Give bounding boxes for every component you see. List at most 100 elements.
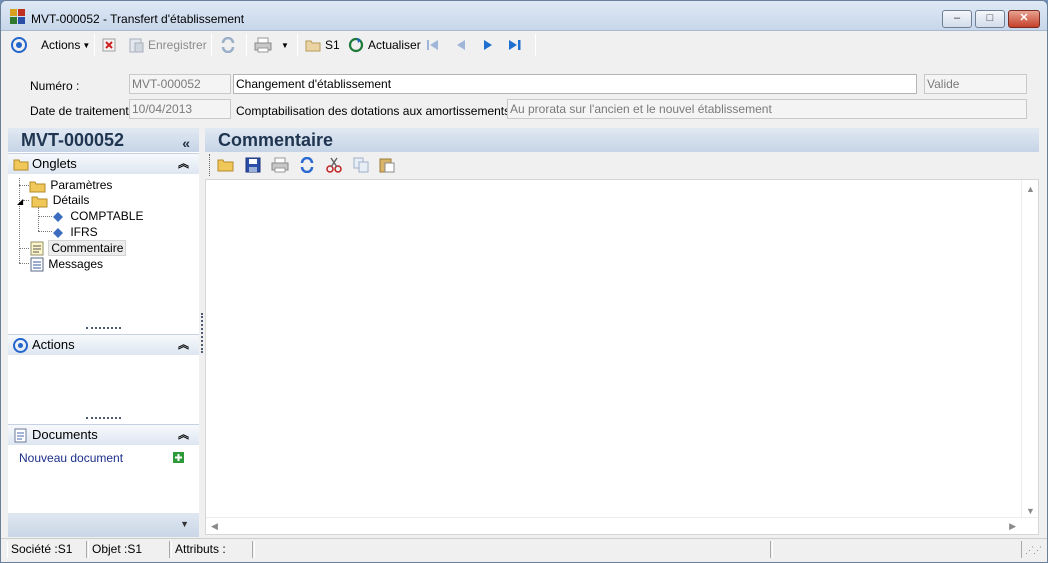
status-field: Valide (924, 74, 1027, 94)
target-icon (13, 338, 28, 353)
last-record-button[interactable] (507, 36, 523, 54)
sync-icon (221, 37, 235, 53)
actions-menu-button[interactable]: Actions ▼ (41, 36, 90, 54)
actions-section-header[interactable]: Actions ︽ (8, 334, 199, 355)
toolbar-separator (211, 34, 212, 56)
maximize-button[interactable]: □ (975, 10, 1005, 28)
comptabilisation-field[interactable]: Au prorata sur l'ancien et le nouvel éta… (507, 99, 1027, 119)
date-field[interactable]: 10/04/2013 (129, 99, 231, 119)
main-panel-title: Commentaire (218, 130, 334, 150)
refresh-icon (348, 37, 364, 53)
save-label: Enregistrer (148, 38, 207, 52)
status-bar: Société :S1 Objet :S1 Attributs : ⋰⋰ (1, 538, 1047, 562)
scroll-left-icon[interactable]: ◀ (211, 521, 218, 532)
app-icon (10, 9, 26, 25)
vertical-splitter-grip[interactable] (201, 313, 203, 353)
tree-item-details[interactable]: ◢ Détails (17, 192, 89, 208)
toolbar-separator (94, 34, 95, 56)
documents-section-header[interactable]: Documents ︽ (8, 424, 199, 445)
status-empty-cell (772, 541, 1022, 558)
title-bar: MVT-000052 - Transfert d'établissement ‒… (1, 1, 1047, 31)
comment-editor[interactable]: ▲ ▼ ◀ ▶ (205, 179, 1039, 535)
dropdown-arrow-icon: ▼ (82, 40, 91, 50)
tree-connector (19, 178, 20, 263)
document-lines-icon (29, 257, 45, 272)
refresh-label: Actualiser (368, 38, 421, 52)
diamond-icon (53, 211, 63, 222)
close-button[interactable]: ✕ (1008, 10, 1040, 28)
tree-item-messages[interactable]: Messages (29, 256, 103, 272)
add-icon[interactable] (173, 452, 184, 463)
tree-item-label: Détails (52, 193, 90, 207)
vertical-scrollbar[interactable]: ▲ ▼ (1021, 180, 1038, 520)
toolbar-separator (535, 34, 536, 56)
folder-icon (305, 40, 321, 52)
collapse-panel-icon[interactable]: « (182, 131, 190, 155)
next-record-button[interactable] (481, 36, 495, 54)
tree-item-label: Paramètres (50, 178, 113, 192)
printer-icon (254, 37, 272, 53)
cut-icon[interactable] (326, 157, 342, 173)
save-disk-icon[interactable] (245, 157, 261, 173)
description-field[interactable]: Changement d'établissement (233, 74, 917, 94)
scroll-right-icon[interactable]: ▶ (1009, 521, 1016, 532)
delete-button[interactable] (102, 36, 116, 54)
previous-record-button[interactable] (454, 36, 468, 54)
left-panel: MVT-000052 « Onglets ︽ Paramètres ◢ Déta… (8, 128, 199, 537)
tree-connector (19, 263, 29, 264)
tree-connector (19, 248, 29, 249)
delete-icon (102, 38, 116, 52)
target-icon[interactable] (11, 36, 27, 54)
last-record-icon (509, 40, 521, 50)
tree-item-comptable[interactable]: COMPTABLE (53, 208, 143, 224)
chevron-up-icon[interactable]: ︽ (178, 335, 189, 355)
first-record-button[interactable] (426, 36, 440, 54)
open-folder-icon[interactable] (217, 157, 235, 173)
comptabilisation-label: Comptabilisation des dotations aux amort… (236, 104, 517, 118)
onglets-label: Onglets (32, 156, 77, 171)
chevron-down-icon[interactable]: ▼ (180, 519, 189, 529)
tree-item-commentaire[interactable]: Commentaire (29, 240, 127, 256)
note-icon (29, 241, 45, 256)
tree-item-label: IFRS (70, 225, 98, 239)
editor-toolbar (205, 152, 1039, 179)
sync-button[interactable] (220, 36, 236, 54)
save-button[interactable]: Enregistrer (128, 36, 207, 54)
first-record-icon (427, 40, 438, 50)
print-button[interactable] (254, 36, 272, 54)
tree-item-label: Commentaire (48, 240, 127, 256)
folder-icon (31, 194, 49, 208)
next-icon (484, 40, 492, 50)
tree-connector (38, 207, 39, 231)
refresh-button[interactable]: Actualiser (348, 36, 421, 54)
print-dropdown-arrow-icon[interactable]: ▼ (281, 36, 289, 54)
window-title: MVT-000052 - Transfert d'établissement (31, 12, 245, 26)
splitter-grip[interactable] (86, 417, 121, 420)
printer-icon[interactable] (271, 157, 289, 173)
folder-icon (29, 179, 47, 193)
new-document-link[interactable]: Nouveau document (19, 451, 123, 465)
sync-icon[interactable] (299, 157, 315, 173)
minimize-button[interactable]: ‒ (942, 10, 972, 28)
scroll-down-icon[interactable]: ▼ (1026, 506, 1035, 516)
resize-grip-icon[interactable]: ⋰⋰ (1025, 545, 1042, 556)
company-button[interactable]: S1 (305, 36, 340, 54)
date-label: Date de traitement : (30, 104, 136, 118)
chevron-up-icon[interactable]: ︽ (178, 154, 189, 174)
horizontal-scrollbar[interactable]: ◀ ▶ (206, 517, 1038, 534)
copy-icon[interactable] (353, 157, 369, 173)
expanded-triangle-icon[interactable]: ◢ (17, 194, 28, 210)
chevron-up-icon[interactable]: ︽ (178, 425, 189, 445)
actions-label: Actions (32, 337, 75, 352)
paste-icon[interactable] (379, 157, 395, 173)
status-attributs: Attributs : (171, 541, 253, 558)
tree-item-parametres[interactable]: Paramètres (29, 177, 112, 193)
numero-field[interactable]: MVT-000052 (129, 74, 231, 94)
splitter-grip[interactable] (86, 327, 121, 330)
onglets-section-header[interactable]: Onglets ︽ (8, 153, 199, 174)
status-objet: Objet :S1 (88, 541, 170, 558)
tree-item-ifrs[interactable]: IFRS (53, 224, 98, 240)
scroll-up-icon[interactable]: ▲ (1026, 184, 1035, 194)
previous-icon (457, 40, 465, 50)
left-panel-header: MVT-000052 « (8, 128, 199, 152)
